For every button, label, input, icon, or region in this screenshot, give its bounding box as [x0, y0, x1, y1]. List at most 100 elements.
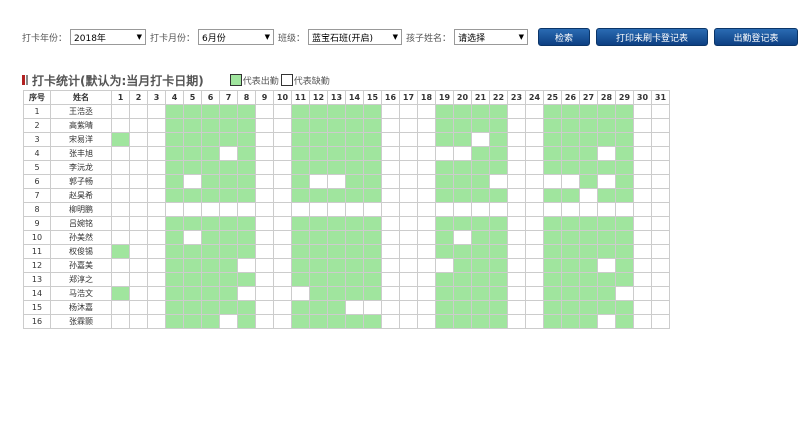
attendance-cell-present	[561, 258, 580, 273]
attendance-cell-absent	[651, 258, 670, 273]
attendance-cell-absent	[651, 202, 670, 217]
table-row: 2 高紫晴	[23, 118, 670, 133]
title-marker-icon	[22, 75, 25, 85]
attendance-cell-absent	[417, 146, 436, 161]
name-cell: 张霖颢	[50, 314, 112, 329]
attendance-cell-present	[489, 272, 508, 287]
search-button[interactable]: 检索	[538, 28, 591, 46]
attendance-cell-present	[363, 132, 382, 147]
attendance-cell-present	[201, 160, 220, 175]
attendance-cell-present	[219, 216, 238, 231]
name-cell: 柳明鹏	[50, 202, 112, 217]
month-select[interactable]: 6月份 ▼	[198, 29, 275, 45]
year-select[interactable]: 2018年 ▼	[70, 29, 147, 45]
attendance-cell-absent	[633, 118, 652, 133]
attendance-cell-present	[183, 244, 202, 259]
attendance-cell-absent	[525, 174, 544, 189]
attendance-cell-present	[561, 272, 580, 287]
attendance-cell-present	[327, 132, 346, 147]
section-title: 打卡统计(默认为:当月打卡日期) 代表出勤 代表缺勤	[22, 72, 330, 88]
attendance-cell-present	[183, 104, 202, 119]
attendance-cell-present	[183, 146, 202, 161]
table-row: 14 马浩文	[23, 286, 670, 301]
seq-cell: 10	[23, 230, 51, 245]
attendance-cell-absent	[525, 258, 544, 273]
attendance-cell-absent	[255, 216, 274, 231]
attendance-cell-present	[435, 300, 454, 315]
attendance-register-button[interactable]: 出勤登记表	[714, 28, 799, 46]
attendance-cell-present	[183, 272, 202, 287]
attendance-cell-present	[453, 314, 472, 329]
attendance-cell-present	[561, 216, 580, 231]
attendance-cell-present	[363, 104, 382, 119]
attendance-cell-present	[561, 188, 580, 203]
day-header: 18	[417, 90, 436, 105]
child-select[interactable]: 请选择 ▼	[454, 29, 529, 45]
attendance-cell-present	[489, 258, 508, 273]
attendance-cell-present	[579, 174, 598, 189]
attendance-cell-absent	[129, 188, 148, 203]
attendance-cell-present	[165, 314, 184, 329]
attendance-cell-absent	[309, 202, 328, 217]
print-unswiped-button[interactable]: 打印未刷卡登记表	[596, 28, 709, 46]
attendance-cell-present	[597, 286, 616, 301]
attendance-cell-present	[183, 216, 202, 231]
attendance-cell-present	[183, 188, 202, 203]
legend-present-swatch	[229, 74, 242, 86]
attendance-cell-present	[489, 118, 508, 133]
attendance-cell-present	[453, 300, 472, 315]
attendance-cell-absent	[183, 230, 202, 245]
attendance-cell-present	[489, 132, 508, 147]
month-select-value: 6月份	[202, 33, 226, 44]
attendance-cell-absent	[651, 244, 670, 259]
attendance-cell-present	[183, 314, 202, 329]
attendance-cell-present	[543, 244, 562, 259]
attendance-cell-absent	[615, 286, 634, 301]
day-header: 30	[633, 90, 652, 105]
chevron-down-icon: ▼	[518, 33, 525, 41]
attendance-cell-absent	[147, 286, 166, 301]
attendance-cell-absent	[129, 104, 148, 119]
attendance-cell-present	[291, 258, 310, 273]
table-row: 13 郑淳之	[23, 272, 670, 287]
table-row: 5 李沅龙	[23, 160, 670, 175]
attendance-cell-absent	[633, 258, 652, 273]
attendance-cell-absent	[507, 272, 526, 287]
attendance-cell-absent	[597, 202, 616, 217]
attendance-cell-present	[543, 286, 562, 301]
attendance-cell-present	[201, 314, 220, 329]
attendance-cell-absent	[147, 174, 166, 189]
attendance-cell-absent	[147, 160, 166, 175]
day-header: 13	[327, 90, 346, 105]
attendance-cell-present	[291, 118, 310, 133]
attendance-cell-absent	[417, 160, 436, 175]
attendance-cell-present	[453, 118, 472, 133]
attendance-cell-absent	[129, 202, 148, 217]
table-row: 10 孙美然	[23, 230, 670, 245]
attendance-cell-present	[561, 104, 580, 119]
seq-header: 序号	[23, 90, 51, 105]
attendance-cell-present	[327, 314, 346, 329]
attendance-cell-present	[111, 286, 130, 301]
attendance-cell-present	[201, 188, 220, 203]
attendance-cell-absent	[633, 286, 652, 301]
attendance-cell-present	[543, 146, 562, 161]
attendance-cell-present	[615, 104, 634, 119]
attendance-cell-absent	[111, 230, 130, 245]
attendance-cell-present	[435, 216, 454, 231]
attendance-cell-present	[201, 258, 220, 273]
attendance-cell-absent	[435, 202, 454, 217]
day-header: 7	[219, 90, 238, 105]
attendance-cell-absent	[435, 146, 454, 161]
table-row: 11 权俊锡	[23, 244, 670, 259]
day-header: 6	[201, 90, 220, 105]
attendance-cell-absent	[111, 300, 130, 315]
attendance-cell-absent	[651, 230, 670, 245]
day-header: 20	[453, 90, 472, 105]
attendance-cell-present	[471, 230, 490, 245]
attendance-cell-present	[363, 174, 382, 189]
attendance-cell-absent	[255, 244, 274, 259]
attendance-cell-absent	[381, 188, 400, 203]
class-select[interactable]: 蓝宝石班(开启) ▼	[308, 29, 403, 45]
attendance-cell-present	[309, 314, 328, 329]
